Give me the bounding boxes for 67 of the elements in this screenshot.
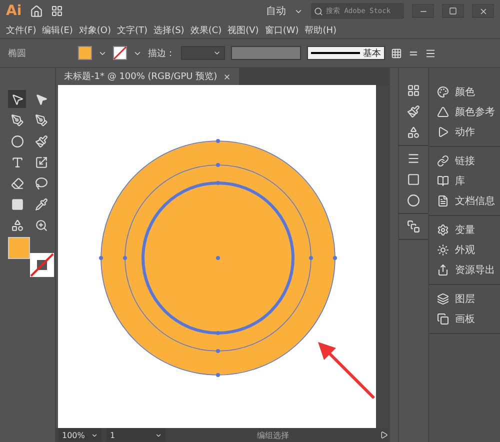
brush-icon[interactable] bbox=[407, 105, 420, 118]
app-logo: Ai bbox=[6, 3, 22, 19]
menu-item[interactable]: 效果(C) bbox=[190, 24, 222, 36]
gear-icon[interactable] bbox=[437, 224, 449, 236]
shapes-icon[interactable] bbox=[407, 126, 420, 139]
sun-icon[interactable] bbox=[437, 244, 449, 256]
book-icon[interactable] bbox=[437, 175, 449, 187]
close-button[interactable] bbox=[472, 4, 494, 18]
maximize-icon[interactable] bbox=[449, 7, 457, 15]
artboard-icon[interactable] bbox=[437, 313, 449, 325]
grid-icon[interactable] bbox=[391, 48, 402, 58]
transform-icon[interactable] bbox=[407, 220, 420, 233]
fill-swatch[interactable] bbox=[78, 46, 92, 60]
chevron-icon[interactable] bbox=[213, 49, 221, 57]
lines-icon[interactable] bbox=[407, 152, 420, 165]
menu-item[interactable]: 帮助(H) bbox=[304, 24, 337, 36]
document-tab[interactable]: 未标题-1* @ 100% (RGB/GPU 预览) bbox=[56, 68, 240, 85]
close-icon[interactable] bbox=[478, 6, 488, 16]
panel-item[interactable]: 动作 bbox=[437, 124, 496, 140]
chevron-icon[interactable] bbox=[155, 432, 162, 438]
export-icon[interactable] bbox=[437, 264, 449, 276]
search-icon[interactable] bbox=[314, 6, 323, 16]
home-icon[interactable] bbox=[30, 4, 43, 18]
artboard-field[interactable]: 1 bbox=[106, 428, 166, 442]
triangle-icon[interactable] bbox=[437, 106, 449, 118]
stroke-label: 描边： bbox=[148, 48, 175, 60]
maximize-button[interactable] bbox=[442, 4, 464, 18]
chevron-icon[interactable] bbox=[91, 432, 98, 438]
document-icon[interactable] bbox=[437, 195, 449, 207]
panel-item[interactable]: 外观 bbox=[437, 242, 496, 258]
close-icon[interactable] bbox=[223, 72, 232, 80]
menu-item[interactable]: 选择(S) bbox=[154, 24, 184, 36]
stroke-weight-field[interactable] bbox=[181, 46, 225, 60]
panel-item[interactable]: 资源导出 bbox=[437, 262, 496, 278]
menu-icon[interactable] bbox=[425, 48, 436, 58]
panel-item[interactable]: 文档信息 bbox=[437, 193, 496, 209]
brush-field[interactable]: 基本 bbox=[307, 46, 385, 60]
link-icon[interactable] bbox=[437, 155, 449, 167]
workspace-switcher[interactable]: 自动 bbox=[266, 4, 286, 18]
menu-item[interactable]: 对象(O) bbox=[78, 24, 112, 36]
no-stroke-swatch[interactable] bbox=[113, 46, 127, 60]
layers-icon[interactable] bbox=[437, 293, 449, 305]
menu-item[interactable]: 窗口(W) bbox=[264, 24, 299, 36]
play-icon[interactable] bbox=[437, 126, 449, 138]
menu-item[interactable]: 文字(T) bbox=[117, 24, 148, 36]
play-icon[interactable] bbox=[380, 431, 388, 439]
panel-item[interactable]: 颜色参考 bbox=[437, 104, 496, 120]
circle-icon[interactable] bbox=[407, 194, 420, 207]
palette-icon[interactable] bbox=[437, 86, 449, 98]
layout-icon[interactable] bbox=[50, 5, 63, 17]
zoom-field[interactable]: 100% bbox=[58, 428, 102, 442]
panel-item[interactable]: 变量 bbox=[437, 222, 496, 238]
current-tool-status: 编组选择 bbox=[257, 430, 289, 440]
panel-item[interactable]: 库 bbox=[437, 173, 496, 189]
pointer-arrow bbox=[316, 340, 376, 400]
grid-icon[interactable] bbox=[407, 84, 420, 97]
object-type-label: 椭圆 bbox=[8, 48, 26, 60]
fill-color-swatch[interactable] bbox=[8, 237, 30, 259]
menu-item[interactable]: 编辑(E) bbox=[42, 24, 73, 36]
menu-item[interactable]: 文件(F) bbox=[6, 24, 36, 36]
panel-item[interactable]: 画板 bbox=[437, 311, 496, 327]
menu-item[interactable]: 视图(V) bbox=[228, 24, 259, 36]
panel-item[interactable]: 图层 bbox=[437, 291, 496, 307]
panel-item[interactable]: 颜色 bbox=[437, 84, 496, 100]
variable-width-field[interactable] bbox=[231, 46, 301, 60]
panel-item[interactable]: 链接 bbox=[437, 153, 496, 169]
stroke-swatch[interactable] bbox=[30, 253, 54, 277]
